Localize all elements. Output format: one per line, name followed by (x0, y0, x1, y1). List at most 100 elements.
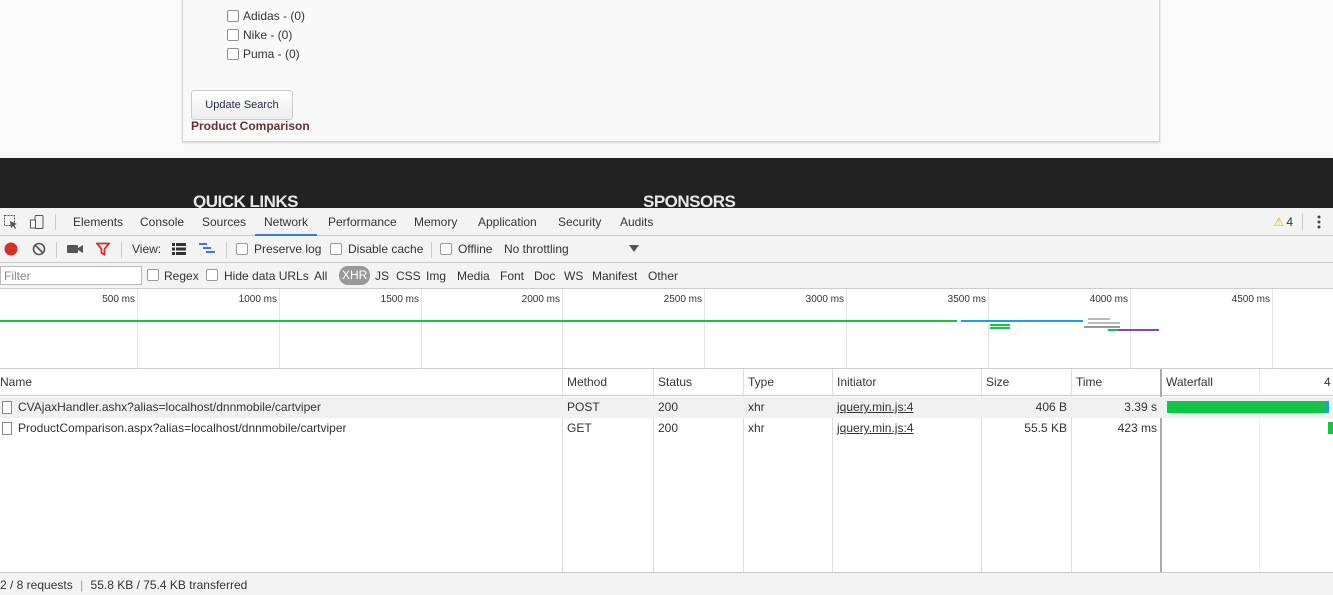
disable-cache-checkbox[interactable] (330, 243, 342, 255)
network-status-bar: 2 / 8 requests | 55.8 KB / 75.4 KB trans… (0, 572, 1333, 595)
column-header-method[interactable]: Method (563, 369, 653, 396)
overview-request-bar (1118, 329, 1159, 331)
dropdown-arrow-icon[interactable] (629, 245, 639, 253)
request-initiator-link[interactable]: jquery.min.js:4 (837, 397, 913, 418)
brand-label: Adidas - (0) (243, 9, 306, 23)
overview-request-bar (0, 320, 957, 322)
tab-performance[interactable]: Performance (328, 208, 397, 236)
request-initiator-link[interactable]: jquery.min.js:4 (837, 418, 913, 439)
document-icon (2, 422, 12, 435)
clear-icon[interactable] (32, 242, 46, 256)
inspect-element-icon[interactable] (3, 214, 19, 230)
divider (1302, 214, 1303, 230)
tick-label: 500 ms (102, 294, 135, 305)
tab-network[interactable]: Network (255, 208, 318, 236)
filter-funnel-icon[interactable] (96, 242, 110, 256)
tick-gridline (704, 289, 705, 369)
request-time: 423 ms (1117, 421, 1157, 435)
tick-label: 2000 ms (521, 294, 560, 305)
column-header-initiator[interactable]: Initiator (833, 369, 981, 396)
brand-option-nike[interactable]: Nike - (0) (227, 27, 292, 43)
column-header-status[interactable]: Status (654, 369, 743, 396)
divider (55, 214, 56, 230)
tab-application[interactable]: Application (478, 208, 537, 236)
tick-gridline (421, 289, 422, 369)
column-header-time[interactable]: Time (1072, 369, 1160, 396)
network-overview-timeline[interactable]: 500 ms 1000 ms 1500 ms 2000 ms 2500 ms 3… (0, 289, 1333, 369)
request-method: GET (567, 421, 592, 435)
filter-type-css[interactable]: CSS (396, 269, 421, 283)
product-comparison-link[interactable]: Product Comparison (191, 119, 310, 133)
preserve-log-label: Preserve log (254, 242, 322, 256)
tab-memory[interactable]: Memory (414, 208, 457, 236)
tick-gridline (988, 289, 989, 369)
brand-checkbox[interactable] (227, 48, 239, 60)
regex-checkbox[interactable] (147, 269, 159, 281)
filter-type-img[interactable]: Img (426, 269, 446, 283)
waterfall-bar-download (1326, 401, 1329, 413)
request-status: 200 (658, 400, 679, 414)
warnings-counter[interactable]: ⚠ 4 (1274, 215, 1293, 229)
filter-type-manifest[interactable]: Manifest (592, 269, 637, 283)
tick-label: 2500 ms (663, 294, 702, 305)
device-toolbar-icon[interactable] (29, 214, 45, 230)
large-rows-icon[interactable] (172, 243, 186, 255)
update-search-button[interactable]: Update Search (191, 90, 293, 120)
filter-type-other[interactable]: Other (648, 269, 678, 283)
offline-checkbox[interactable] (440, 243, 452, 255)
request-time: 3.39 s (1124, 400, 1157, 414)
tick-label: 4000 ms (1089, 294, 1128, 305)
overview-request-bar (1084, 326, 1120, 328)
tick-label: 1500 ms (380, 294, 419, 305)
tick-gridline (562, 289, 563, 369)
filter-type-font[interactable]: Font (500, 269, 524, 283)
overview-request-bar (990, 327, 1010, 329)
filter-type-xhr[interactable]: XHR (339, 266, 371, 285)
hide-data-urls-checkbox[interactable] (206, 269, 218, 281)
request-size: 55.5 KB (1024, 421, 1067, 435)
more-options-icon[interactable] (1313, 214, 1325, 230)
request-status: 200 (658, 421, 679, 435)
record-icon[interactable] (4, 242, 18, 256)
request-count: 2 / 8 requests (0, 578, 73, 592)
brand-checkbox[interactable] (227, 10, 239, 22)
sponsors-heading: SPONSORS (643, 192, 736, 208)
overview-request-bar (961, 320, 1083, 322)
tab-audits[interactable]: Audits (620, 208, 653, 236)
quick-links-heading: QUICK LINKS (193, 192, 299, 208)
column-header-type[interactable]: Type (744, 369, 832, 396)
filter-type-all[interactable]: All (314, 269, 327, 283)
site-footer: QUICK LINKS SPONSORS (0, 158, 1333, 208)
view-label: View: (132, 242, 162, 256)
brand-option-puma[interactable]: Puma - (0) (227, 46, 300, 62)
waterfall-bar (1328, 422, 1333, 434)
filter-type-js[interactable]: JS (375, 269, 389, 283)
throttling-select[interactable]: No throttling (504, 242, 569, 256)
filter-type-media[interactable]: Media (457, 269, 490, 283)
column-header-waterfall[interactable]: Waterfall (1162, 369, 1259, 396)
request-name: CVAjaxHandler.ashx?alias=localhost/dnnmo… (18, 400, 321, 414)
tab-console[interactable]: Console (140, 208, 184, 236)
table-row[interactable]: ProductComparison.aspx?alias=localhost/d… (0, 418, 1333, 439)
status-summary: 2 / 8 requests | 55.8 KB / 75.4 KB trans… (0, 578, 247, 592)
offline-label: Offline (458, 242, 493, 256)
brand-option-adidas[interactable]: Adidas - (0) (227, 8, 305, 24)
screenshot-camera-icon[interactable] (67, 243, 83, 255)
filter-type-ws[interactable]: WS (564, 269, 583, 283)
tick-label: 3500 ms (947, 294, 986, 305)
table-row[interactable]: CVAjaxHandler.ashx?alias=localhost/dnnmo… (0, 397, 1333, 418)
filter-type-doc[interactable]: Doc (534, 269, 555, 283)
tick-label: 3000 ms (805, 294, 844, 305)
tick-gridline (1272, 289, 1273, 369)
request-type: xhr (748, 400, 765, 414)
request-name: ProductComparison.aspx?alias=localhost/d… (18, 421, 347, 435)
column-header-size[interactable]: Size (982, 369, 1071, 396)
tab-elements[interactable]: Elements (73, 208, 123, 236)
filter-input[interactable] (0, 266, 142, 285)
tab-security[interactable]: Security (558, 208, 601, 236)
preserve-log-checkbox[interactable] (236, 243, 248, 255)
overview-waterfall-icon[interactable] (199, 243, 215, 255)
brand-checkbox[interactable] (227, 29, 239, 41)
tab-sources[interactable]: Sources (202, 208, 246, 236)
column-header-name[interactable]: Name (0, 369, 562, 396)
